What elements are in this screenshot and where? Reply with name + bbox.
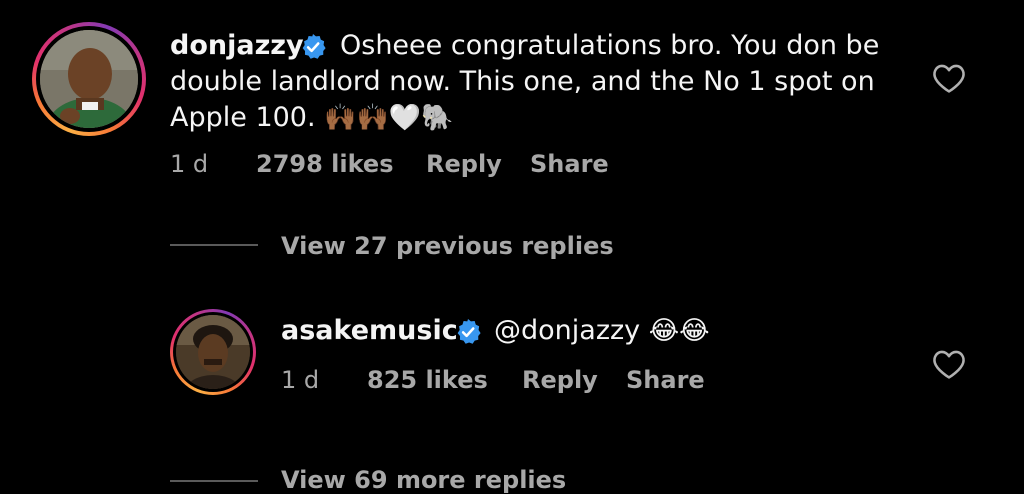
avatar-donjazzy[interactable]	[32, 22, 146, 136]
avatar-asakemusic[interactable]	[170, 309, 256, 395]
verified-badge-icon	[457, 319, 481, 344]
reply-mention[interactable]: @donjazzy	[494, 315, 640, 346]
comment-likes[interactable]: 2798 likes	[256, 150, 393, 178]
comment-reply-button[interactable]: Reply	[426, 150, 502, 178]
reply-age: 1 d	[281, 366, 320, 394]
reply-emojis: 😂😂	[648, 316, 710, 346]
avatar-photo	[176, 315, 250, 389]
heart-outline-icon[interactable]	[932, 348, 966, 380]
comment-share-button[interactable]: Share	[530, 150, 609, 178]
reply-text: @donjazzy 😂😂	[494, 313, 710, 349]
replies-divider	[170, 244, 258, 246]
person-photo-icon	[40, 30, 138, 128]
avatar-photo	[40, 30, 138, 128]
person-photo-icon	[176, 315, 250, 389]
view-more-replies-link[interactable]: View 69 more replies	[281, 466, 566, 494]
view-previous-replies-link[interactable]: View 27 previous replies	[281, 232, 614, 260]
reply-reply-button[interactable]: Reply	[522, 366, 598, 394]
heart-outline-icon[interactable]	[932, 62, 966, 94]
replies-divider	[170, 480, 258, 482]
comment-age: 1 d	[170, 150, 209, 178]
comment-emojis: 🙌🏾🙌🏾🤍🐘	[324, 103, 454, 133]
reply-likes[interactable]: 825 likes	[367, 366, 488, 394]
comment-body: Osheee congratulations bro. You don be d…	[170, 30, 880, 133]
comment-text: Osheee congratulations bro. You don be d…	[170, 28, 880, 136]
reply-share-button[interactable]: Share	[626, 366, 705, 394]
reply-username[interactable]: asakemusic	[281, 315, 458, 346]
